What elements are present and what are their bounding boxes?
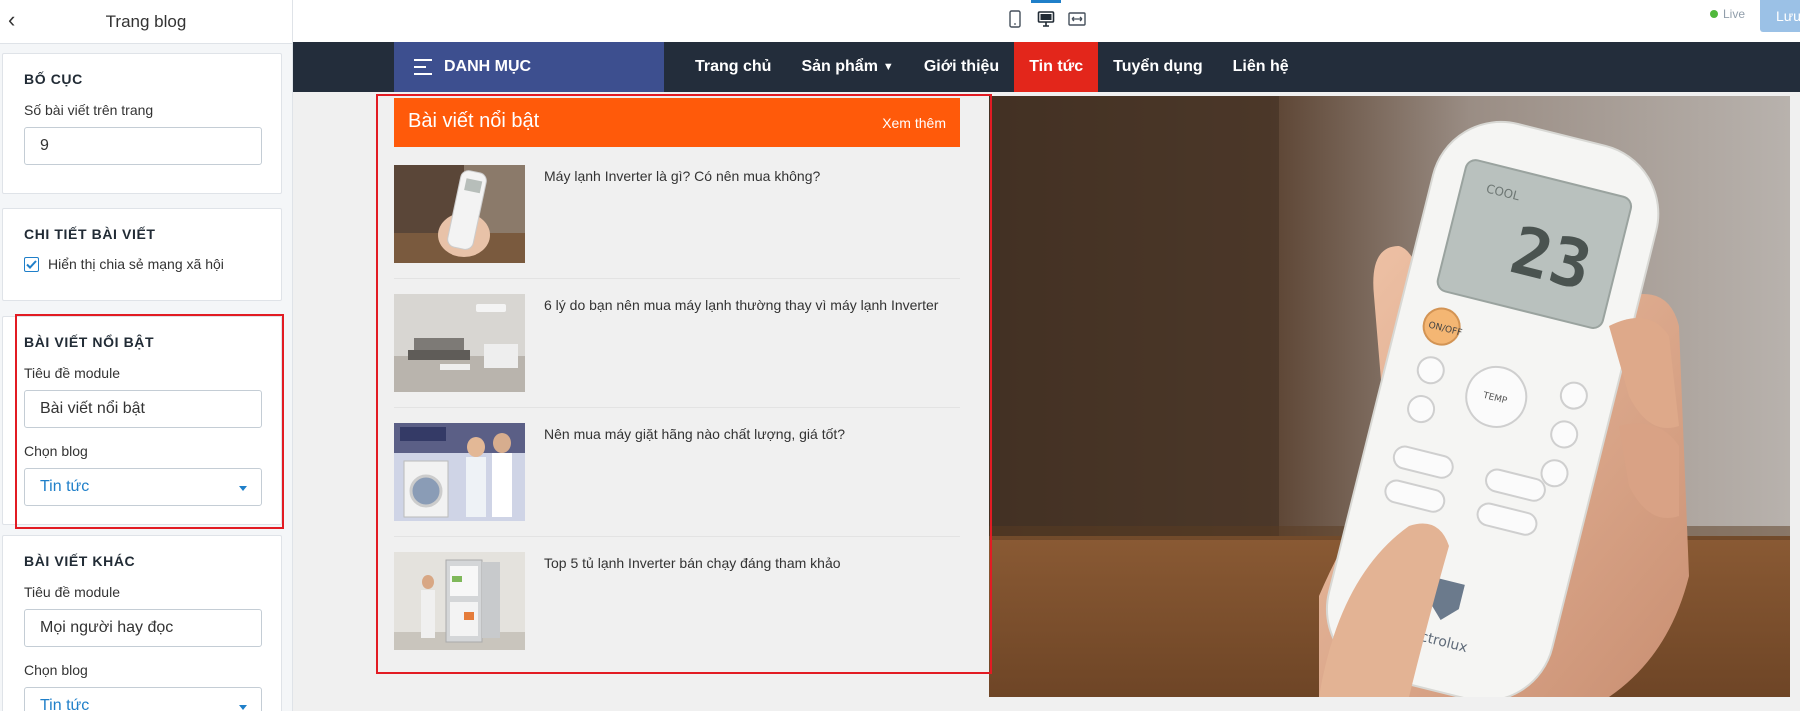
desktop-view-button[interactable] bbox=[1031, 0, 1061, 34]
other-blog-select[interactable]: Tin tức bbox=[24, 687, 262, 711]
live-label: Live bbox=[1723, 7, 1746, 21]
featured-post-item: Nên mua máy giặt hãng nào chất lượng, gi… bbox=[394, 408, 960, 537]
layout-card: BỐ CỤC Số bài viết trên trang 9 bbox=[2, 53, 282, 194]
ac-remote-hero-image: COOL 23 ON/OFF TEMP Electrolux bbox=[989, 96, 1790, 697]
expand-icon bbox=[1068, 12, 1086, 26]
other-blog-select-label: Chọn blog bbox=[24, 662, 88, 678]
posts-per-page-label: Số bài viết trên trang bbox=[24, 102, 154, 118]
share-checkbox-row: Hiển thị chia sẻ mạng xã hội bbox=[24, 256, 260, 272]
fridge-thumbnail-image bbox=[394, 552, 525, 650]
site-navbar: DANH MỤC Trang chủ Sản phẩm ▼ Giới thiệu … bbox=[293, 42, 1800, 92]
caret-down-icon bbox=[239, 705, 247, 710]
check-icon bbox=[26, 259, 37, 269]
featured-title: Bài viết nổi bật bbox=[408, 110, 540, 132]
post-thumbnail[interactable] bbox=[394, 165, 525, 263]
editor-toolbar: Live Lưu bbox=[293, 0, 1800, 42]
settings-sidebar: ‹ Trang blog BỐ CỤC Số bài viết trên tra… bbox=[0, 0, 293, 711]
posts-per-page-input[interactable]: 9 bbox=[24, 127, 262, 165]
post-detail-card: CHI TIẾT BÀI VIẾT Hiển thị chia sẻ mạng … bbox=[2, 208, 282, 301]
mobile-icon bbox=[1009, 10, 1021, 28]
share-checkbox-label: Hiển thị chia sẻ mạng xã hội bbox=[48, 256, 224, 272]
back-arrow-icon[interactable]: ‹ bbox=[8, 9, 28, 34]
nav-item-about[interactable]: Giới thiệu bbox=[909, 42, 1014, 92]
featured-post-item: Top 5 tủ lạnh Inverter bán chạy đáng tha… bbox=[394, 537, 960, 666]
featured-posts-module: Bài viết nổi bật Xem thêm Máy lạnh Inver… bbox=[377, 96, 992, 674]
category-label: DANH MỤC bbox=[444, 58, 532, 75]
featured-heading: BÀI VIẾT NỔI BẬT bbox=[24, 334, 155, 350]
post-title[interactable]: 6 lý do bạn nên mua máy lạnh thường thay… bbox=[544, 296, 954, 314]
save-button[interactable]: Lưu bbox=[1760, 0, 1800, 32]
sidebar-title: Trang blog bbox=[105, 11, 187, 31]
fullscreen-view-button[interactable] bbox=[1062, 4, 1092, 34]
washing-machine-thumbnail-image bbox=[394, 423, 525, 521]
nav-item-careers[interactable]: Tuyển dụng bbox=[1098, 42, 1217, 92]
category-menu-button[interactable]: DANH MỤC bbox=[394, 42, 664, 92]
nav-item-products-label: Sản phẩm bbox=[801, 58, 878, 75]
other-module-title-input[interactable]: Mọi người hay đọc bbox=[24, 609, 262, 647]
other-module-title-label: Tiêu đề module bbox=[24, 584, 120, 600]
featured-blog-select-label: Chọn blog bbox=[24, 443, 88, 459]
post-title[interactable]: Máy lạnh Inverter là gì? Có nên mua khôn… bbox=[544, 167, 954, 185]
share-checkbox[interactable] bbox=[24, 256, 39, 272]
hero-banner-image: COOL 23 ON/OFF TEMP Electrolux bbox=[989, 96, 1790, 697]
remote-thumbnail-image bbox=[394, 165, 525, 263]
featured-card: BÀI VIẾT NỔI BẬT Tiêu đề module Bài viết… bbox=[2, 316, 282, 525]
post-detail-heading: CHI TIẾT BÀI VIẾT bbox=[24, 226, 156, 242]
hamburger-icon bbox=[414, 59, 432, 80]
desktop-icon bbox=[1037, 11, 1055, 27]
living-room-thumbnail-image bbox=[394, 294, 525, 392]
nav-item-news[interactable]: Tin tức bbox=[1014, 42, 1099, 92]
nav-item-home[interactable]: Trang chủ bbox=[680, 42, 786, 92]
site-preview: DANH MỤC Trang chủ Sản phẩm ▼ Giới thiệu … bbox=[293, 42, 1800, 711]
post-thumbnail[interactable] bbox=[394, 294, 525, 392]
featured-module-title-label: Tiêu đề module bbox=[24, 365, 120, 381]
post-thumbnail[interactable] bbox=[394, 552, 525, 650]
chevron-down-icon: ▼ bbox=[882, 61, 894, 73]
featured-post-item: Máy lạnh Inverter là gì? Có nên mua khôn… bbox=[394, 150, 960, 279]
post-title[interactable]: Top 5 tủ lạnh Inverter bán chạy đáng tha… bbox=[544, 554, 954, 572]
featured-module-title-input[interactable]: Bài viết nổi bật bbox=[24, 390, 262, 428]
mobile-view-button[interactable] bbox=[1000, 4, 1030, 34]
view-more-link[interactable]: Xem thêm bbox=[882, 115, 946, 131]
other-blog-select-value: Tin tức bbox=[40, 697, 90, 711]
live-status: Live bbox=[1710, 7, 1745, 21]
other-posts-card: BÀI VIẾT KHÁC Tiêu đề module Mọi người h… bbox=[2, 535, 282, 711]
featured-blog-select-value: Tin tức bbox=[40, 478, 90, 495]
featured-header: Bài viết nổi bật Xem thêm bbox=[394, 98, 960, 147]
main-menu: Trang chủ Sản phẩm ▼ Giới thiệu Tin tức T… bbox=[680, 42, 1304, 92]
featured-post-item: 6 lý do bạn nên mua máy lạnh thường thay… bbox=[394, 279, 960, 408]
nav-item-products[interactable]: Sản phẩm ▼ bbox=[786, 42, 908, 92]
live-dot-icon bbox=[1710, 10, 1718, 18]
caret-down-icon bbox=[239, 486, 247, 491]
sidebar-header: ‹ Trang blog bbox=[0, 0, 292, 44]
post-thumbnail[interactable] bbox=[394, 423, 525, 521]
nav-item-contact[interactable]: Liên hệ bbox=[1218, 42, 1304, 92]
post-title[interactable]: Nên mua máy giặt hãng nào chất lượng, gi… bbox=[544, 425, 954, 443]
layout-heading: BỐ CỤC bbox=[24, 71, 83, 87]
featured-blog-select[interactable]: Tin tức bbox=[24, 468, 262, 506]
other-posts-heading: BÀI VIẾT KHÁC bbox=[24, 553, 136, 569]
